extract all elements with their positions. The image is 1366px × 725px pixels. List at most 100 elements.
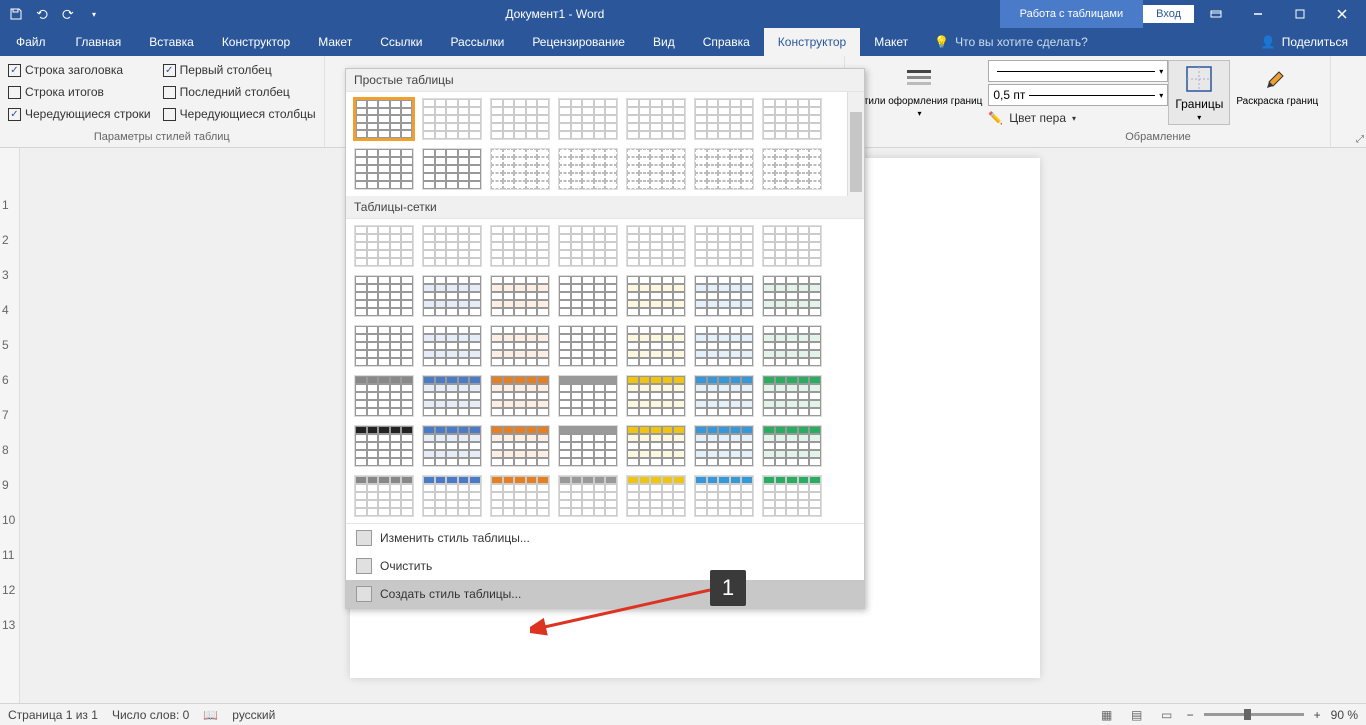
close-icon[interactable]	[1322, 0, 1362, 28]
table-style-thumb[interactable]	[422, 275, 482, 317]
ribbon-options-icon[interactable]	[1196, 0, 1236, 28]
read-mode-icon[interactable]: ▦	[1097, 707, 1117, 723]
table-style-thumb[interactable]	[694, 375, 754, 417]
modify-style-item[interactable]: Изменить стиль таблицы...	[346, 524, 864, 552]
zoom-level[interactable]: 90 %	[1331, 708, 1358, 722]
table-style-thumb[interactable]	[490, 98, 550, 140]
print-layout-icon[interactable]: ▤	[1127, 707, 1147, 723]
line-weight-dropdown[interactable]: 0,5 пт▾	[988, 84, 1168, 106]
chk-banded-rows[interactable]: ✓Чередующиеся строки	[8, 104, 151, 124]
collapse-ribbon-icon[interactable]: ⤢	[1356, 134, 1364, 145]
tab-home[interactable]: Главная	[62, 28, 136, 56]
table-style-thumb[interactable]	[490, 475, 550, 517]
tab-design[interactable]: Конструктор	[208, 28, 304, 56]
table-style-thumb[interactable]	[626, 475, 686, 517]
table-style-thumb[interactable]	[762, 148, 822, 190]
table-style-thumb[interactable]	[490, 148, 550, 190]
gallery-scrollbar[interactable]	[847, 92, 864, 196]
table-style-thumb[interactable]	[694, 475, 754, 517]
borders-button[interactable]: Границы▾	[1168, 60, 1230, 125]
table-style-thumb[interactable]	[354, 375, 414, 417]
table-style-thumb[interactable]	[694, 148, 754, 190]
pen-color-button[interactable]: ✏️ Цвет пера ▾	[988, 108, 1168, 128]
table-style-thumb[interactable]	[762, 98, 822, 140]
tab-review[interactable]: Рецензирование	[518, 28, 639, 56]
border-styles-button[interactable]: Стили оформления границ ▾	[851, 60, 989, 120]
save-icon[interactable]	[4, 2, 28, 26]
table-style-thumb[interactable]	[558, 148, 618, 190]
table-style-thumb[interactable]	[558, 375, 618, 417]
table-style-thumb[interactable]	[626, 425, 686, 467]
table-style-thumb[interactable]	[762, 375, 822, 417]
border-painter-button[interactable]: Раскраска границ	[1230, 60, 1324, 109]
table-style-thumb[interactable]	[354, 475, 414, 517]
status-words[interactable]: Число слов: 0	[112, 708, 189, 722]
status-language[interactable]: русский	[232, 708, 275, 722]
zoom-out-icon[interactable]: −	[1187, 708, 1194, 722]
table-style-thumb[interactable]	[422, 475, 482, 517]
table-style-thumb[interactable]	[354, 425, 414, 467]
table-style-thumb[interactable]	[762, 325, 822, 367]
table-style-thumb[interactable]	[626, 325, 686, 367]
redo-icon[interactable]	[56, 2, 80, 26]
table-style-thumb[interactable]	[490, 325, 550, 367]
table-style-thumb[interactable]	[558, 225, 618, 267]
table-style-thumb[interactable]	[694, 275, 754, 317]
table-style-thumb[interactable]	[694, 325, 754, 367]
table-style-thumb[interactable]	[422, 148, 482, 190]
table-style-thumb[interactable]	[354, 275, 414, 317]
tab-table-design[interactable]: Конструктор	[764, 28, 860, 56]
tab-references[interactable]: Ссылки	[366, 28, 436, 56]
zoom-in-icon[interactable]: +	[1314, 708, 1321, 722]
vertical-ruler[interactable]: 123 456 789 101112 13	[0, 148, 20, 703]
table-style-thumb[interactable]	[694, 98, 754, 140]
table-style-thumb[interactable]	[694, 225, 754, 267]
table-style-thumb[interactable]	[422, 375, 482, 417]
table-style-thumb[interactable]	[558, 98, 618, 140]
table-style-thumb[interactable]	[422, 425, 482, 467]
table-style-thumb[interactable]	[626, 275, 686, 317]
chk-first-col[interactable]: ✓Первый столбец	[163, 60, 316, 80]
table-style-thumb[interactable]	[422, 225, 482, 267]
table-style-thumb[interactable]	[626, 148, 686, 190]
line-style-dropdown[interactable]: ▾	[988, 60, 1168, 82]
table-style-thumb[interactable]	[354, 148, 414, 190]
maximize-icon[interactable]	[1280, 0, 1320, 28]
table-style-thumb[interactable]	[626, 225, 686, 267]
chk-banded-cols[interactable]: Чередующиеся столбцы	[163, 104, 316, 124]
table-style-thumb[interactable]	[558, 275, 618, 317]
clear-style-item[interactable]: Очистить	[346, 552, 864, 580]
tab-mailings[interactable]: Рассылки	[436, 28, 518, 56]
login-button[interactable]: Вход	[1143, 5, 1194, 23]
table-style-thumb[interactable]	[626, 98, 686, 140]
table-style-thumb[interactable]	[490, 275, 550, 317]
minimize-icon[interactable]	[1238, 0, 1278, 28]
tab-layout[interactable]: Макет	[304, 28, 366, 56]
tab-insert[interactable]: Вставка	[135, 28, 208, 56]
table-style-thumb[interactable]	[694, 425, 754, 467]
table-style-thumb[interactable]	[354, 325, 414, 367]
table-style-thumb[interactable]	[762, 475, 822, 517]
table-style-thumb[interactable]	[762, 425, 822, 467]
tell-me-search[interactable]: 💡 Что вы хотите сделать?	[922, 28, 1100, 56]
qat-dropdown-icon[interactable]: ▾	[82, 2, 106, 26]
chk-last-col[interactable]: Последний столбец	[163, 82, 316, 102]
table-style-thumb[interactable]	[490, 375, 550, 417]
table-style-thumb[interactable]	[558, 425, 618, 467]
tab-view[interactable]: Вид	[639, 28, 689, 56]
table-style-thumb[interactable]	[490, 425, 550, 467]
table-style-thumb[interactable]	[558, 325, 618, 367]
table-style-thumb[interactable]	[626, 375, 686, 417]
table-style-thumb[interactable]	[490, 225, 550, 267]
table-style-thumb[interactable]	[422, 325, 482, 367]
undo-icon[interactable]	[30, 2, 54, 26]
chk-header-row[interactable]: ✓Строка заголовка	[8, 60, 151, 80]
tab-help[interactable]: Справка	[689, 28, 764, 56]
table-style-thumb[interactable]	[354, 225, 414, 267]
tab-table-layout[interactable]: Макет	[860, 28, 922, 56]
status-page[interactable]: Страница 1 из 1	[8, 708, 98, 722]
table-style-thumb[interactable]	[422, 98, 482, 140]
web-layout-icon[interactable]: ▭	[1157, 707, 1177, 723]
table-style-thumb[interactable]	[762, 275, 822, 317]
zoom-slider[interactable]	[1204, 713, 1304, 716]
